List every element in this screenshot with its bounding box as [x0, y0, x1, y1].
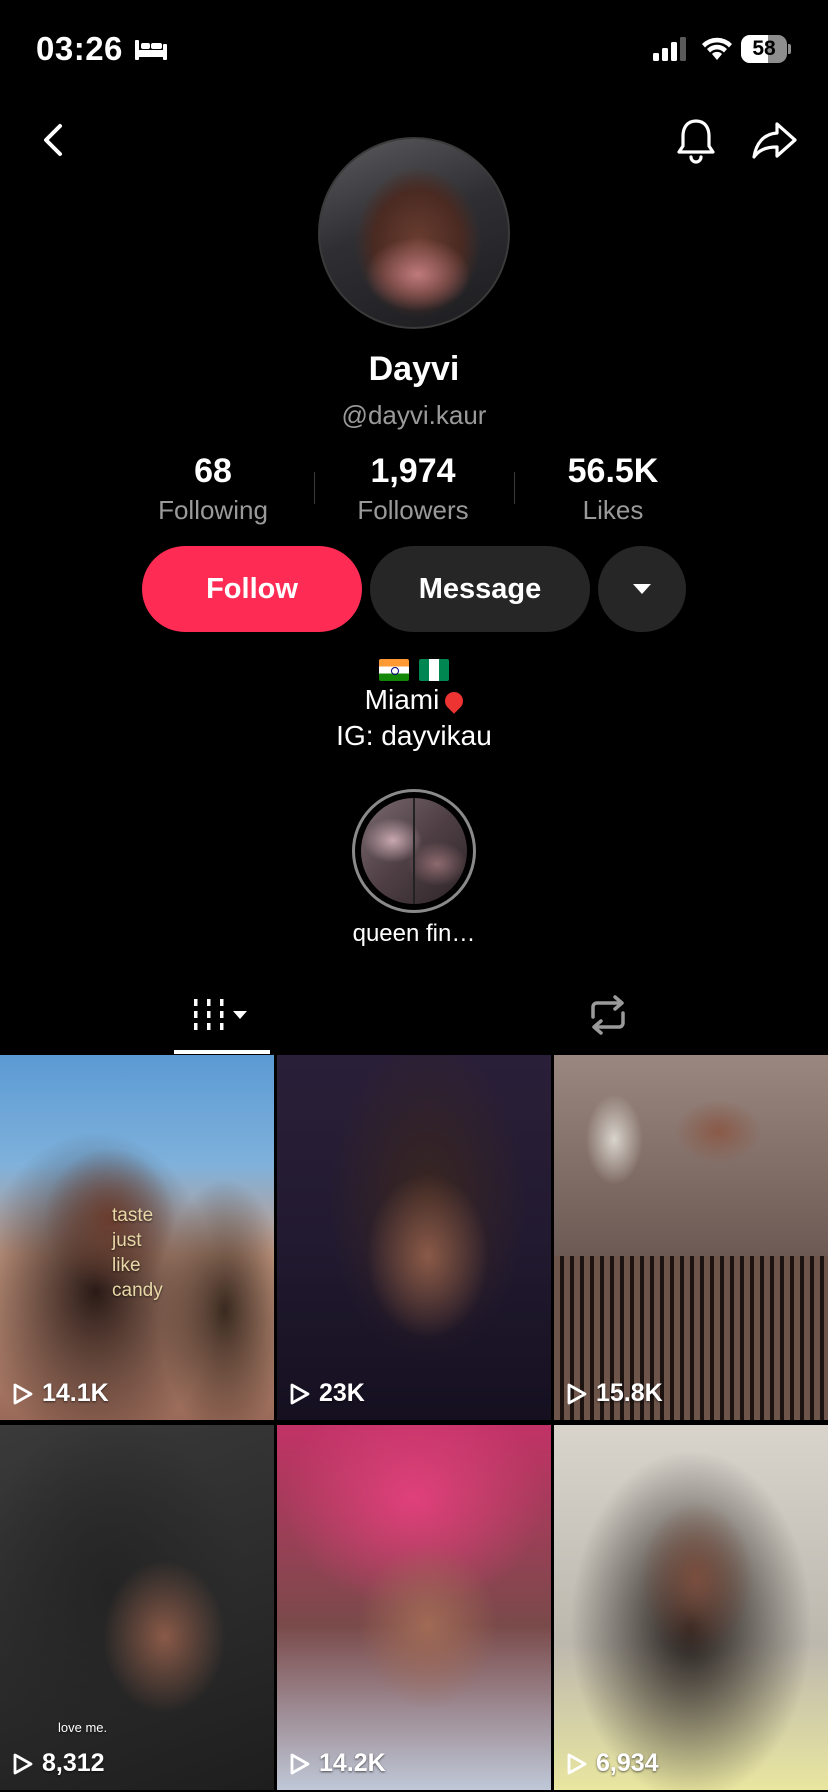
- bio-flags: [0, 652, 828, 684]
- view-count: 23K: [289, 1379, 365, 1408]
- story-highlight[interactable]: [352, 789, 476, 913]
- view-count: 14.2K: [289, 1749, 386, 1778]
- view-count-text: 15.8K: [596, 1379, 663, 1407]
- tab-videos[interactable]: [174, 976, 270, 1054]
- stat-likes[interactable]: 56.5K Likes: [513, 452, 713, 526]
- video-thumbnail[interactable]: 15.8K: [554, 1055, 828, 1420]
- caret-down-icon: [633, 584, 651, 594]
- view-count-text: 6,934: [596, 1749, 659, 1777]
- stat-following-value: 68: [194, 452, 232, 490]
- video-thumbnail[interactable]: love me. 8,312: [0, 1425, 274, 1790]
- overlay-line: just: [112, 1230, 142, 1251]
- thumbnail-image: [554, 1055, 828, 1256]
- play-icon: [13, 1383, 33, 1404]
- view-count: 14.1K: [12, 1379, 109, 1408]
- view-count: 8,312: [12, 1749, 105, 1778]
- highlight-label[interactable]: queen fin…: [314, 920, 514, 948]
- india-flag-icon: [379, 658, 409, 681]
- view-count-text: 14.1K: [42, 1379, 109, 1407]
- video-overlay-text: love me.: [58, 1720, 108, 1735]
- view-count-text: 8,312: [42, 1749, 105, 1777]
- share-arrow-icon[interactable]: [749, 118, 801, 162]
- stat-likes-value: 56.5K: [567, 452, 659, 490]
- profile-screen: 03:26 58 Dayvi @dayvi.kaur 68 Following …: [0, 0, 828, 1792]
- video-grid: taste just like candy 14.1K 23K 15.8K lo…: [0, 1055, 828, 1792]
- bed-icon: [135, 40, 167, 60]
- video-thumbnail[interactable]: 6,934: [554, 1425, 828, 1790]
- signal-icon: [653, 37, 686, 61]
- tab-active-indicator: [174, 1050, 270, 1054]
- bio-ig: IG: dayvikau: [336, 720, 492, 751]
- battery-body: 58: [741, 35, 787, 63]
- back-icon[interactable]: [36, 118, 72, 162]
- nigeria-flag-icon: [419, 658, 449, 681]
- view-count-text: 23K: [319, 1379, 365, 1407]
- stat-followers-label: Followers: [357, 495, 469, 525]
- overlay-line: like: [112, 1255, 141, 1276]
- stat-likes-label: Likes: [582, 495, 644, 525]
- play-icon: [13, 1753, 33, 1774]
- battery-cap: [788, 44, 791, 54]
- bio-location-text: Miami: [364, 684, 440, 715]
- highlight-thumbnail: [361, 798, 467, 904]
- grid-bars-icon: [194, 999, 247, 1030]
- wifi-icon: [702, 37, 732, 60]
- overlay-line: candy: [112, 1280, 163, 1301]
- stat-followers[interactable]: 1,974 Followers: [313, 452, 513, 526]
- avatar[interactable]: [318, 137, 510, 329]
- username: @dayvi.kaur: [341, 400, 487, 430]
- play-icon: [567, 1383, 587, 1404]
- battery-level: 58: [752, 37, 776, 60]
- repost-icon: [591, 995, 625, 1035]
- stat-followers-value: 1,974: [370, 452, 456, 490]
- video-thumbnail[interactable]: 14.2K: [277, 1425, 551, 1790]
- battery-icon: 58: [741, 35, 791, 63]
- bio-location: Miami: [0, 684, 828, 716]
- content-tabs: [0, 976, 828, 1054]
- play-icon: [290, 1383, 310, 1404]
- stat-following[interactable]: 68 Following: [113, 452, 313, 526]
- stat-following-label: Following: [158, 495, 268, 525]
- tab-reposts[interactable]: [560, 976, 656, 1054]
- overlay-line: taste: [112, 1205, 154, 1226]
- play-icon: [567, 1753, 587, 1774]
- status-bar: 03:26 58: [0, 0, 828, 100]
- status-time: 03:26: [36, 30, 123, 67]
- play-icon: [290, 1753, 310, 1774]
- video-thumbnail[interactable]: 23K: [277, 1055, 551, 1420]
- view-count: 15.8K: [566, 1379, 663, 1408]
- more-options-button[interactable]: [598, 546, 686, 632]
- video-thumbnail[interactable]: taste just like candy 14.1K: [0, 1055, 274, 1420]
- follow-button[interactable]: Follow: [142, 546, 362, 632]
- view-count-text: 14.2K: [319, 1749, 386, 1777]
- video-overlay-text: taste just like candy: [112, 1203, 163, 1303]
- view-count: 6,934: [566, 1749, 659, 1778]
- bell-icon[interactable]: [674, 116, 718, 164]
- display-name: Dayvi: [368, 350, 460, 388]
- location-pin-icon: [441, 688, 468, 714]
- message-button[interactable]: Message: [370, 546, 590, 632]
